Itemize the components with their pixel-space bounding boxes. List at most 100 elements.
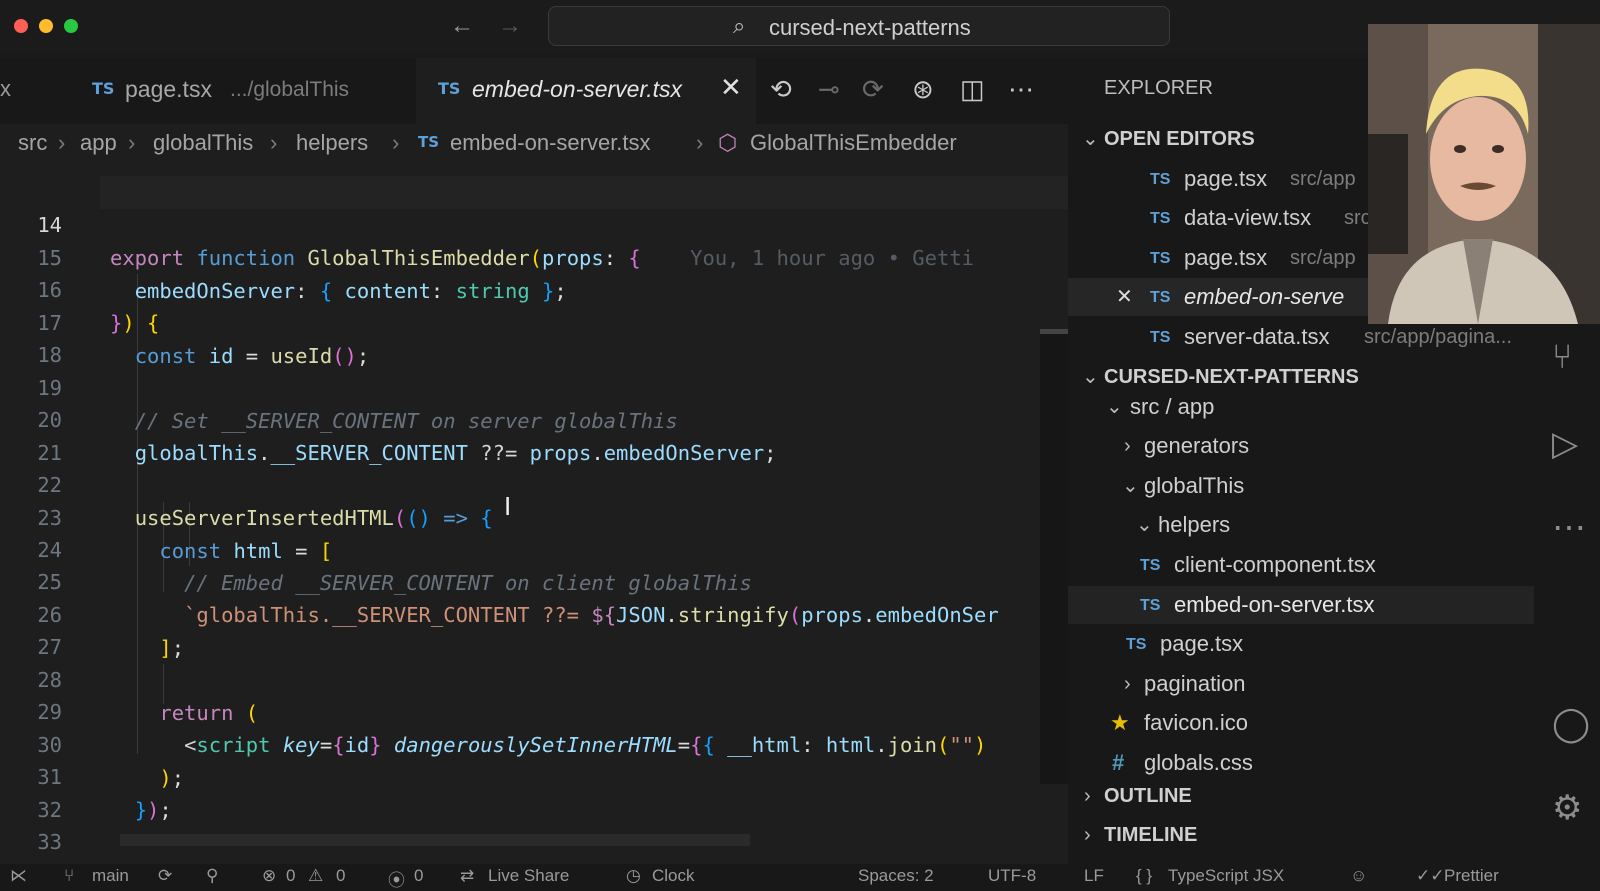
symbol-icon: ⬡ [718,130,738,155]
breadcrumb-item[interactable]: embed-on-server.tsx [450,130,651,156]
typescript-icon: TS [1140,557,1161,574]
prettier-status[interactable]: Prettier [1444,866,1499,886]
back-arrow-icon[interactable]: ← [450,12,474,40]
folder-generators[interactable]: › generators [1068,427,1538,465]
warning-count[interactable]: 0 [336,866,345,886]
search-label: cursed-next-patterns [769,15,971,40]
tab-page-tsx[interactable]: TS page.tsx .../globalThis [80,58,410,124]
chevron-down-icon: ⌄ [1136,514,1153,536]
status-bar: ⋉ ⑂ main ⟳ ⚲ ⊗ 0 ⚠ 0 ⦿ 0 ⇄ Live Share ◷ … [0,864,1600,891]
timeline-section[interactable]: › TIMELINE [1068,816,1538,854]
close-editor-icon[interactable]: ✕ [1116,278,1133,316]
code-line: 24 // Embed __SERVER_CONTENT on client g… [37,538,752,595]
forward-arrow-icon[interactable]: → [498,12,522,40]
account-icon[interactable]: ◯ [1552,704,1590,744]
code-line: 29 <script key={id} dangerouslySetInnerH… [37,700,987,757]
chevron-right-icon: › [58,130,66,155]
window-minimize-button[interactable] [39,19,53,33]
clock-icon: ◷ [626,866,641,885]
copilot-icon[interactable]: ☺ [1350,866,1367,886]
chevron-down-icon: ⌄ [1122,475,1139,497]
typescript-icon: TS [1150,210,1171,227]
tab-embed-on-server[interactable]: TS embed-on-server.tsx ✕ [416,58,756,124]
source-control-icon[interactable]: ⑂ [1552,338,1572,377]
typescript-icon: TS [1126,636,1147,653]
timeline-icon[interactable]: ⊸ [818,74,840,105]
presenter-video [1368,24,1600,324]
chevron-right-icon: › [1124,435,1131,457]
code-line: 33 return null; [37,830,283,864]
go-back-change-icon[interactable]: ⟲ [770,74,792,105]
code-line: 14 export function GlobalThisEmbedder(pr… [0,176,1068,270]
tab-label: page.tsx [125,76,212,102]
code-line: 30 ); [37,733,185,790]
title-bar: ← → ⌕ cursed-next-patterns [0,0,1600,52]
breadcrumb-item[interactable]: helpers [296,130,368,156]
remote-icon[interactable]: ⋉ [10,866,27,886]
typescript-icon: TS [1150,289,1171,306]
chevron-right-icon: › [392,130,400,155]
live-share[interactable]: Live Share [488,866,569,886]
code-line: 27 [37,635,62,659]
more-actions-icon[interactable]: ⋯ [1008,74,1034,105]
folder-pagination[interactable]: › pagination [1068,665,1538,703]
editor-tab-bar: x TS page.tsx .../globalThis TS embed-on… [0,58,1068,124]
file-page-tsx[interactable]: TS page.tsx [1068,625,1538,663]
breadcrumb-item[interactable]: GlobalThisEmbedder [750,130,957,156]
horizontal-scrollbar[interactable] [120,834,750,846]
close-icon[interactable]: x [0,76,11,102]
code-line: 25 `globalThis.__SERVER_CONTENT ??= ${JS… [37,570,999,627]
run-debug-icon[interactable]: ▷ [1552,424,1578,464]
code-line: 15 embedOnServer: { content: string }; [37,246,567,303]
command-center-search[interactable]: ⌕ cursed-next-patterns [548,6,1170,46]
typescript-icon: TS [92,79,115,98]
code-line: 20 globalThis.__SERVER_CONTENT ??= props… [37,408,777,465]
settings-gear-icon[interactable]: ⚙ [1552,788,1582,828]
file-favicon[interactable]: ★ favicon.ico [1068,704,1538,742]
chevron-right-icon: › [1084,785,1091,807]
gitlens-icon[interactable]: ⊛ [912,74,934,105]
close-tab-icon[interactable]: ✕ [720,72,742,103]
live-share-icon: ⇄ [460,866,475,885]
chevron-right-icon: › [1084,824,1091,846]
outline-section[interactable]: › OUTLINE [1068,777,1538,815]
language-mode[interactable]: TypeScript JSX [1168,866,1284,886]
split-editor-icon[interactable]: ◫ [960,74,985,105]
ports-count[interactable]: 0 [414,866,423,886]
code-editor[interactable]: 14 export function GlobalThisEmbedder(pr… [0,164,1068,864]
typescript-icon: TS [418,133,440,151]
encoding[interactable]: UTF-8 [988,866,1036,886]
typescript-icon: TS [438,79,461,98]
file-embed-on-server-selected[interactable]: TS embed-on-server.tsx [1068,586,1534,624]
sync-icon[interactable]: ⟳ [158,866,172,886]
star-icon: ★ [1110,710,1130,735]
code-line: 22 useServerInsertedHTML(() => { [37,473,493,530]
window-close-button[interactable] [14,19,28,33]
window-maximize-button[interactable] [64,19,78,33]
ports-icon: ⦿ [388,871,405,890]
code-line: 32 [37,798,62,822]
warning-icon: ⚠ [308,866,324,885]
error-count[interactable]: 0 [286,866,295,886]
breadcrumb-item[interactable]: globalThis [153,130,253,156]
breadcrumb-item[interactable]: app [80,130,117,156]
git-branch[interactable]: main [92,866,129,886]
go-forward-change-icon[interactable]: ⟳ [862,74,884,105]
explorer-title: EXPLORER [1104,77,1213,99]
folder-src-app[interactable]: ⌄ src / app [1068,388,1538,426]
search-icon: ⌕ [733,13,746,38]
breadcrumb-item[interactable]: src [18,130,47,156]
clock[interactable]: Clock [652,866,695,886]
chevron-down-icon: ⌄ [1082,128,1099,150]
tab-path: .../globalThis [230,78,350,101]
line-ending[interactable]: LF [1084,866,1104,886]
folder-globalthis[interactable]: ⌄ globalThis [1068,467,1538,505]
indentation[interactable]: Spaces: 2 [858,866,934,886]
extensions-status-icon[interactable]: ⚲ [206,866,218,886]
typescript-icon: TS [1150,250,1171,267]
more-views-icon[interactable]: ⋯ [1552,508,1586,548]
chevron-down-icon: ⌄ [1106,396,1123,418]
file-client-component[interactable]: TS client-component.tsx [1068,546,1538,584]
folder-helpers[interactable]: ⌄ helpers [1068,506,1538,544]
code-line: 31 }); [37,765,172,822]
